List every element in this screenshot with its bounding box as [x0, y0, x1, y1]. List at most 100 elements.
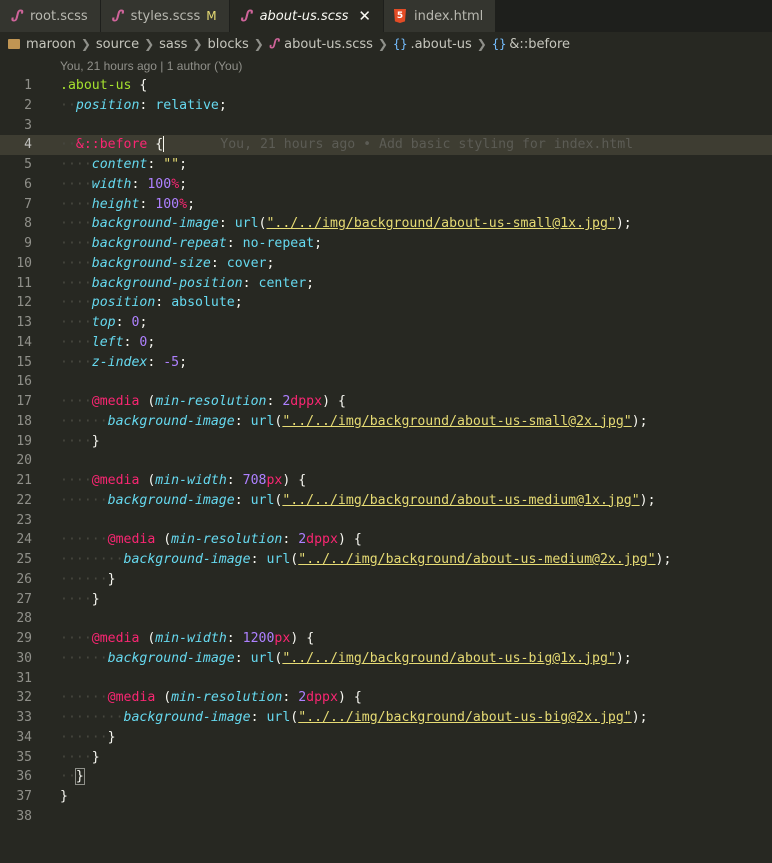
- breadcrumb-file-label: about-us.scss: [284, 36, 373, 52]
- close-icon[interactable]: ✕: [358, 7, 371, 25]
- code-line: 11 ····background-position: center;: [0, 274, 772, 294]
- code-line: 31: [0, 669, 772, 689]
- line-number: 18: [16, 413, 32, 429]
- code-line: 3: [0, 116, 772, 136]
- code-line: 12 ····position: absolute;: [0, 293, 772, 313]
- code-line: 27 ····}: [0, 590, 772, 610]
- sass-icon: ᔑ: [111, 6, 123, 25]
- code-line: 14 ····left: 0;: [0, 333, 772, 353]
- tab-label: root.scss: [30, 8, 88, 24]
- line-number: 10: [16, 255, 32, 271]
- breadcrumb: maroon ❯ source ❯ sass ❯ blocks ❯ ᔑ about…: [0, 32, 772, 56]
- blame-inline-annotation: You, 21 hours ago • Add basic styling fo…: [220, 137, 634, 153]
- code-line: 20: [0, 451, 772, 471]
- tab-about-us-scss[interactable]: ᔑ about-us.scss ✕: [229, 0, 384, 32]
- tab-label: about-us.scss: [259, 8, 349, 24]
- chevron-right-icon: ❯: [253, 37, 264, 51]
- breadcrumb-item-symbol-about-us[interactable]: {} .about-us: [393, 37, 472, 52]
- line-number: 15: [16, 354, 32, 370]
- sass-icon: ᔑ: [268, 36, 279, 52]
- line-number: 13: [16, 315, 32, 330]
- line-number: 31: [16, 670, 32, 686]
- line-number: 37: [16, 789, 32, 804]
- line-number: 17: [16, 394, 32, 409]
- line-number: 38: [16, 808, 32, 824]
- code-line: 34 ······}: [0, 728, 772, 748]
- breadcrumb-item-blocks[interactable]: blocks: [208, 37, 249, 52]
- code-line: 6 ····width: 100%;: [0, 175, 772, 195]
- tab-bar: ᔑ root.scss ᔑ styles.scss M ᔑ about-us.s…: [0, 0, 772, 32]
- breadcrumb-item-maroon[interactable]: maroon: [26, 37, 76, 52]
- line-number: 3: [24, 117, 32, 133]
- line-number: 33: [16, 710, 32, 725]
- sass-icon: ᔑ: [240, 6, 251, 25]
- chevron-right-icon: ❯: [192, 37, 203, 51]
- code-line: 29 ····@media (min-width: 1200px) {: [0, 629, 772, 649]
- breadcrumb-item-file[interactable]: ᔑ about-us.scss: [269, 37, 373, 52]
- breadcrumb-symbol-label: .about-us: [410, 36, 472, 52]
- line-number: 19: [16, 433, 32, 449]
- line-number: 1: [24, 78, 32, 93]
- tab-index-html[interactable]: 5 index.html: [383, 0, 497, 32]
- codelens-blame-header[interactable]: You, 21 hours ago | 1 author (You): [0, 56, 772, 76]
- code-line: 16: [0, 372, 772, 392]
- code-line: 21 ····@media (min-width: 708px) {: [0, 471, 772, 491]
- chevron-right-icon: ❯: [476, 37, 487, 51]
- line-number: 36: [16, 769, 32, 785]
- code-line: 10 ····background-size: cover;: [0, 254, 772, 274]
- code-line: 18 ······background-image: url("../../img…: [0, 412, 772, 432]
- code-line-current: 4 ··&::before {You, 21 hours ago • Add ba…: [0, 135, 772, 155]
- code-line: 15 ····z-index: -5;: [0, 353, 772, 373]
- line-number: 7: [24, 196, 32, 212]
- code-line: 30 ······background-image: url("../../img…: [0, 649, 772, 669]
- breadcrumb-item-symbol-before[interactable]: {} &::before: [492, 37, 570, 52]
- line-number: 29: [16, 631, 32, 646]
- code-line: 33 ········background-image: url("../../i…: [0, 708, 772, 728]
- breadcrumb-item-source[interactable]: source: [96, 37, 139, 52]
- line-number: 20: [16, 453, 32, 469]
- code-line: 1 .about-us {: [0, 76, 772, 96]
- html5-icon: 5: [392, 8, 408, 24]
- chevron-right-icon: ❯: [80, 37, 91, 51]
- chevron-right-icon: ❯: [144, 37, 155, 51]
- sass-icon: ᔑ: [10, 6, 22, 25]
- code-line: 19 ····}: [0, 432, 772, 452]
- tab-root-scss[interactable]: ᔑ root.scss: [0, 0, 101, 32]
- code-line: 24 ······@media (min-resolution: 2dppx) {: [0, 530, 772, 550]
- chevron-right-icon: ❯: [377, 37, 388, 51]
- line-number: 4: [24, 137, 32, 153]
- line-number: 11: [16, 275, 32, 291]
- code-line: 8 ····background-image: url("../../img/ba…: [0, 214, 772, 234]
- line-number: 28: [16, 611, 32, 627]
- line-number: 5: [24, 157, 32, 172]
- tab-label: index.html: [413, 8, 484, 24]
- code-editor[interactable]: 1 .about-us { 2 ··position: relative; 3 4 ·…: [0, 76, 772, 827]
- line-number: 32: [16, 690, 32, 706]
- code-line: 5 ····content: "";: [0, 155, 772, 175]
- code-line: 26 ······}: [0, 570, 772, 590]
- line-number: 23: [16, 512, 32, 528]
- code-line: 25 ········background-image: url("../../i…: [0, 550, 772, 570]
- line-number: 8: [24, 216, 32, 232]
- symbol-icon: {}: [392, 37, 408, 51]
- text-cursor: [163, 136, 165, 153]
- line-number: 14: [16, 334, 32, 350]
- line-number: 30: [16, 650, 32, 666]
- code-line: 22 ······background-image: url("../../img…: [0, 491, 772, 511]
- line-number: 12: [16, 295, 32, 311]
- code-line: 37}: [0, 787, 772, 807]
- line-number: 2: [24, 97, 32, 113]
- line-number: 26: [16, 571, 32, 587]
- line-number: 16: [16, 374, 32, 390]
- line-number: 25: [16, 552, 32, 567]
- code-line: 28: [0, 609, 772, 629]
- folder-icon: [8, 39, 20, 49]
- line-number: 24: [16, 532, 32, 548]
- breadcrumb-item-sass[interactable]: sass: [159, 37, 187, 52]
- symbol-icon: {}: [491, 37, 507, 51]
- code-line: 38: [0, 807, 772, 827]
- code-line: 2 ··position: relative;: [0, 96, 772, 116]
- tab-styles-scss[interactable]: ᔑ styles.scss M: [100, 0, 230, 32]
- line-number: 27: [16, 591, 32, 607]
- modified-badge: M: [206, 9, 217, 23]
